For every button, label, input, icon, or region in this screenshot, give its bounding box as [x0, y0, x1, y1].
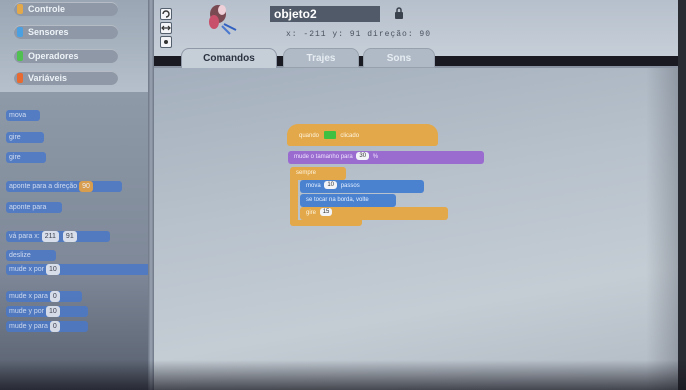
palette-block-point-towards[interactable]: aponte para [6, 202, 62, 213]
tab-label: Sons [386, 53, 412, 64]
sprite-name-field[interactable]: objeto2 [270, 6, 380, 22]
bounce-on-edge-block[interactable]: se tocar na borda, volte [300, 194, 396, 207]
block-label: passos [340, 183, 360, 189]
degrees-input[interactable]: 15 [319, 208, 333, 217]
category-label: Variáveis [28, 73, 68, 83]
category-label: Sensores [28, 27, 69, 37]
sprite-thumbnail-icon[interactable] [200, 0, 238, 36]
block-label: mova [9, 112, 27, 119]
rotate-style-button[interactable] [160, 8, 172, 20]
sprite-coordinates: x: -211 y: 91 direção: 90 [286, 30, 432, 39]
category-color-swatch [17, 4, 23, 14]
tab-label: Comandos [203, 53, 255, 64]
turn-block[interactable]: gire 15 [300, 207, 448, 220]
block-label: mude x para [9, 293, 48, 300]
category-color-swatch [17, 27, 23, 37]
flip-style-button[interactable] [160, 22, 172, 34]
block-input[interactable]: 91 [62, 231, 77, 242]
move-steps-block[interactable]: mova 10 passos [300, 180, 424, 193]
tab-label: Trajes [306, 53, 336, 64]
block-input[interactable]: 10 [46, 264, 60, 275]
flip-icon [161, 25, 171, 31]
palette-block-set-y[interactable]: mude y para 0 [6, 321, 88, 332]
forever-block[interactable]: sempre [290, 167, 346, 180]
block-label: gire [306, 210, 317, 216]
palette-block-glide[interactable]: deslize [6, 250, 56, 261]
palette-block-set-x[interactable]: mude x para 0 [6, 291, 82, 302]
tab-commands[interactable]: Comandos [181, 48, 277, 68]
palette-block-move[interactable]: mova [6, 110, 40, 121]
category-color-swatch [17, 51, 23, 61]
blocks-palette: mova gire gire aponte para a direção 90 a… [0, 92, 176, 390]
category-label: Controle [28, 4, 65, 14]
palette-block-turn-left[interactable]: gire [6, 152, 46, 163]
block-label: mude o tamanho para [294, 154, 353, 160]
category-control-button[interactable]: Controle [14, 2, 118, 16]
lock-icon[interactable] [394, 7, 404, 19]
palette-block-turn-right[interactable]: gire [6, 132, 44, 143]
palette-block-point-direction[interactable]: aponte para a direção 90 [6, 181, 122, 192]
block-input[interactable]: 0 [49, 291, 60, 302]
category-sensing-button[interactable]: Sensores [14, 25, 118, 39]
block-label: aponte para a direção [9, 183, 78, 190]
no-rotate-button[interactable] [160, 36, 172, 48]
screen-edge [678, 0, 686, 390]
forever-loop-arm [290, 178, 298, 224]
palette-block-change-y[interactable]: mude y por 10 [6, 306, 88, 317]
when-flag-clicked-block[interactable]: quando clicado [287, 124, 438, 146]
rotate-icon [162, 10, 170, 18]
tab-sounds[interactable]: Sons [363, 48, 435, 68]
steps-input[interactable]: 10 [324, 181, 338, 190]
block-label: aponte para [9, 204, 47, 211]
dot-icon [164, 40, 168, 44]
block-label: sempre [296, 170, 317, 176]
category-variables-button[interactable]: Variáveis [14, 71, 118, 85]
category-color-swatch [17, 73, 23, 83]
block-label: % [372, 154, 379, 160]
block-label: gire [9, 154, 21, 161]
block-input[interactable]: 10 [46, 306, 60, 317]
block-label: se tocar na borda, volte [306, 197, 369, 203]
block-input[interactable]: 211 [41, 231, 59, 242]
set-size-block[interactable]: mude o tamanho para 30 % [288, 151, 484, 164]
screen-bottom-shadow [0, 360, 686, 390]
block-label: vá para x: [9, 233, 40, 240]
category-panel: Controle Sensores Operadores Variáveis [0, 0, 150, 92]
block-input[interactable]: 90 [79, 181, 93, 192]
block-label: mude x por [9, 266, 45, 273]
forever-loop-bottom [290, 220, 362, 226]
block-label: mude y para [9, 323, 48, 330]
tab-costumes[interactable]: Trajes [283, 48, 359, 68]
size-input[interactable]: 30 [356, 152, 370, 161]
block-label: mude y por [9, 308, 45, 315]
block-input[interactable]: 0 [49, 321, 60, 332]
scripts-area[interactable]: quando clicado mude o tamanho para 30 % … [154, 66, 686, 390]
block-label: quando [299, 133, 320, 139]
palette-block-go-to-xy[interactable]: vá para x: 211 91 [6, 231, 110, 242]
block-label: clicado [340, 133, 360, 139]
block-label: gire [9, 134, 21, 141]
block-label: deslize [9, 252, 31, 259]
block-label: mova [306, 183, 321, 189]
category-operators-button[interactable]: Operadores [14, 49, 118, 63]
category-label: Operadores [28, 51, 79, 61]
green-flag-icon [323, 131, 336, 140]
